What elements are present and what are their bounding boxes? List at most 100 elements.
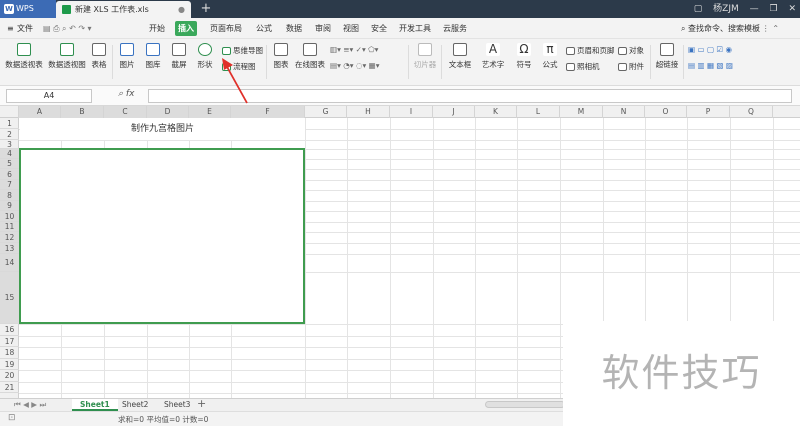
menu-insert[interactable]: 插入	[175, 21, 197, 36]
formula-button[interactable]: π 公式	[540, 43, 560, 70]
help-icons[interactable]: ? ⋮ ⌃	[752, 21, 782, 36]
column-header-o[interactable]: O	[645, 106, 687, 118]
column-header-d[interactable]: D	[147, 106, 189, 118]
slicer-icon	[418, 43, 432, 56]
selected-range-a4-f15[interactable]	[19, 148, 305, 324]
minimize-icon[interactable]: —	[750, 0, 759, 18]
object-button[interactable]: 对象	[618, 45, 644, 56]
column-header-f[interactable]: F	[231, 106, 305, 118]
name-box[interactable]: A4	[6, 89, 92, 103]
menu-developer[interactable]: 开发工具	[396, 21, 434, 36]
close-tab-icon[interactable]: ●	[178, 1, 185, 18]
menu-cloud[interactable]: 云服务	[440, 21, 470, 36]
gallery-button[interactable]: 图库	[142, 43, 164, 70]
menu-view[interactable]: 视图	[340, 21, 362, 36]
row-header-21[interactable]: 21	[0, 382, 19, 393]
online-chart-button[interactable]: 在线图表	[294, 43, 326, 70]
column-header-n[interactable]: N	[603, 106, 645, 118]
column-header-j[interactable]: J	[433, 106, 475, 118]
column-header-p[interactable]: P	[687, 106, 730, 118]
row-header-7[interactable]: 7	[0, 180, 19, 190]
header-footer-button[interactable]: 页眉和页脚	[566, 45, 615, 56]
header-footer-label: 页眉和页脚	[577, 46, 615, 55]
column-header-b[interactable]: B	[61, 106, 104, 118]
pivot-table-button[interactable]: 数据透视表	[5, 43, 43, 70]
zoom-search-icon[interactable]: ⌕	[118, 89, 123, 99]
column-header-i[interactable]: I	[390, 106, 433, 118]
row-header-20[interactable]: 20	[0, 370, 19, 382]
menu-formulas[interactable]: 公式	[253, 21, 275, 36]
document-tab[interactable]: 新建 XLS 工作表.xls ●	[56, 1, 191, 18]
sheet-nav-arrows[interactable]: ⏮ ◀ ▶ ⏭	[6, 399, 54, 411]
wps-home-tab[interactable]: W WPS	[0, 0, 56, 18]
row-header-14[interactable]: 14	[0, 254, 19, 272]
select-all-corner[interactable]	[0, 106, 19, 118]
menu-file[interactable]: 文件	[14, 21, 36, 36]
screenshot-button[interactable]: 截屏	[168, 43, 190, 70]
column-header-l[interactable]: L	[517, 106, 560, 118]
chart-type-gallery[interactable]: ▥▾ ≡▾ ✓▾ ⬠▾	[330, 45, 378, 54]
row-header-12[interactable]: 12	[0, 232, 19, 243]
column-header-c[interactable]: C	[104, 106, 147, 118]
row-header-17[interactable]: 17	[0, 336, 19, 347]
column-header-e[interactable]: E	[189, 106, 231, 118]
add-sheet-button[interactable]: +	[197, 397, 206, 410]
column-header-g[interactable]: G	[305, 106, 347, 118]
hyperlink-button[interactable]: 超链接	[655, 43, 679, 70]
row-header-2[interactable]: 2	[0, 129, 19, 140]
pivot-chart-button[interactable]: 数据透视图	[47, 43, 87, 70]
menu-security[interactable]: 安全	[368, 21, 390, 36]
textbox-button[interactable]: 文本框	[446, 43, 474, 70]
camera-button[interactable]: 照相机	[566, 61, 600, 72]
column-header-h[interactable]: H	[347, 106, 390, 118]
row-header-10[interactable]: 10	[0, 211, 19, 222]
menu-review[interactable]: 审阅	[312, 21, 334, 36]
row-header-1[interactable]: 1	[0, 118, 19, 129]
column-header-k[interactable]: K	[475, 106, 517, 118]
sheet-tab-3[interactable]: Sheet3	[156, 399, 198, 411]
table-button[interactable]: 表格	[90, 43, 108, 70]
user-name[interactable]: 杨ZJM	[713, 0, 739, 18]
xls-file-icon	[62, 5, 71, 14]
maximize-icon[interactable]: ❐	[770, 0, 778, 18]
column-header-m[interactable]: M	[560, 106, 603, 118]
status-summary: 求和=0 平均值=0 计数=0	[118, 415, 209, 424]
menu-page-layout[interactable]: 页面布局	[207, 21, 245, 36]
merged-title-cell[interactable]: 制作九宫格图片	[20, 118, 305, 140]
row-header-6[interactable]: 6	[0, 169, 19, 180]
sheet-tab-2[interactable]: Sheet2	[114, 399, 156, 411]
column-header-q[interactable]: Q	[730, 106, 773, 118]
quick-access-icons[interactable]: ▤ ⎙ ⌕ ↶ ↷ ▾	[40, 21, 95, 36]
attachment-button[interactable]: 附件	[618, 61, 644, 72]
picture-button[interactable]: 图片	[116, 43, 138, 70]
menu-data[interactable]: 数据	[283, 21, 305, 36]
row-header-11[interactable]: 11	[0, 222, 19, 232]
row-header-3[interactable]: 3	[0, 140, 19, 149]
symbol-button[interactable]: Ω 符号	[513, 43, 535, 70]
wordart-button[interactable]: A 艺术字	[479, 43, 507, 70]
form-controls-row-2[interactable]: ▤ ▥ ▦ ▧ ▨	[688, 61, 733, 70]
row-header-4[interactable]: 4	[0, 149, 19, 159]
form-controls-row-1[interactable]: ▣ ▭ ▢ ☑ ◉	[688, 45, 732, 54]
row-header-18[interactable]: 18	[0, 347, 19, 359]
chart-button[interactable]: 图表	[271, 43, 291, 70]
row-header-8[interactable]: 8	[0, 190, 19, 201]
row-header-5[interactable]: 5	[0, 159, 19, 169]
row-header-13[interactable]: 13	[0, 243, 19, 254]
horizontal-scrollbar[interactable]	[485, 401, 565, 408]
row-header-16[interactable]: 16	[0, 324, 19, 336]
chart-type-gallery-2[interactable]: ▤▾ ◔▾ ◌▾ ▦▾	[330, 61, 379, 70]
sheet-tab-1[interactable]: Sheet1	[72, 399, 118, 411]
row-header-15[interactable]: 15	[0, 272, 19, 324]
fx-icon[interactable]: fx	[126, 89, 135, 99]
skin-icon[interactable]: ▢	[694, 0, 703, 18]
search-command[interactable]: ⌕ 查找命令、搜索模板	[678, 21, 763, 36]
menu-home[interactable]: 开始	[146, 21, 168, 36]
row-header-19[interactable]: 19	[0, 359, 19, 370]
close-window-icon[interactable]: ✕	[788, 0, 796, 18]
shapes-button[interactable]: 形状	[194, 43, 216, 70]
mindmap-button[interactable]: 思维导图	[222, 45, 263, 56]
row-header-9[interactable]: 9	[0, 201, 19, 211]
column-header-a[interactable]: A	[19, 106, 61, 118]
new-tab-button[interactable]: +	[199, 0, 213, 18]
